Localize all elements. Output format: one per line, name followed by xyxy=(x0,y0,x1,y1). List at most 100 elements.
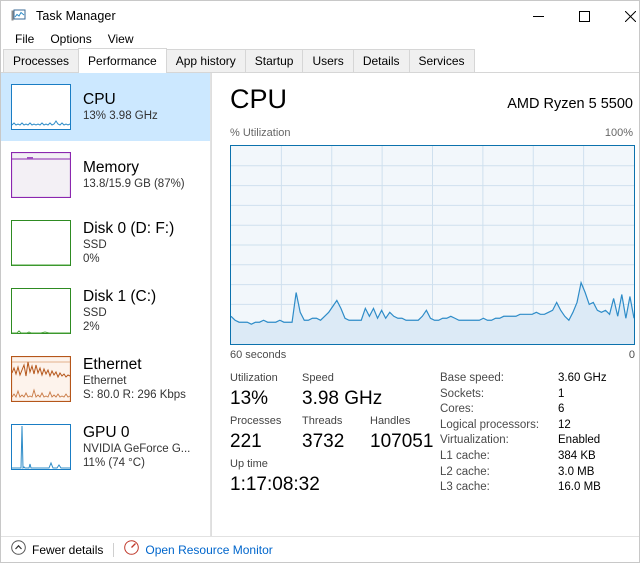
spec-logical-processors-key: Logical processors: xyxy=(440,418,558,434)
sidebar-item-disk0[interactable]: Disk 0 (D: F:) SSD 0% xyxy=(1,209,210,277)
threads-value: 3732 xyxy=(302,429,370,455)
tab-details[interactable]: Details xyxy=(353,49,410,72)
sidebar-item-disk0-name: Disk 0 (D: F:) xyxy=(83,220,174,238)
graph-time-start: 60 seconds xyxy=(230,349,286,361)
sidebar-item-disk0-sub2: 0% xyxy=(83,252,174,266)
disk1-thumb-icon xyxy=(11,288,71,334)
sidebar-item-gpu0-name: GPU 0 xyxy=(83,424,190,442)
stats-row3-values: 1:17:08:32 xyxy=(230,472,440,498)
memory-thumb-icon xyxy=(11,152,71,198)
speed-label: Speed xyxy=(302,371,370,386)
tab-startup[interactable]: Startup xyxy=(245,49,304,72)
spec-virtualization-key: Virtualization: xyxy=(440,433,558,449)
cpu-model-label: AMD Ryzen 5 5500 xyxy=(507,96,633,112)
tab-services[interactable]: Services xyxy=(409,49,475,72)
spec-sockets: Sockets: 1 xyxy=(440,387,635,403)
processes-label: Processes xyxy=(230,414,302,429)
spec-cores: Cores: 6 xyxy=(440,402,635,418)
sidebar-item-gpu0-text: GPU 0 NVIDIA GeForce G... 11% (74 °C) xyxy=(83,424,190,470)
window-title: Task Manager xyxy=(36,9,116,23)
tab-app-history[interactable]: App history xyxy=(166,49,246,72)
graph-y-label: % Utilization xyxy=(230,127,291,139)
sidebar-item-ethernet-text: Ethernet Ethernet S: 80.0 R: 296 Kbps xyxy=(83,356,186,402)
sidebar-item-memory-sub1: 13.8/15.9 GB (87%) xyxy=(83,177,185,191)
menu-item-view[interactable]: View xyxy=(100,30,142,49)
graph-y-max: 100% xyxy=(605,127,633,139)
sidebar-item-gpu0[interactable]: GPU 0 NVIDIA GeForce G... 11% (74 °C) xyxy=(1,413,210,481)
graph-time-end: 0 xyxy=(629,349,635,361)
tab-processes[interactable]: Processes xyxy=(3,49,79,72)
stats-row3-labels: Up time xyxy=(230,457,440,472)
title-bar: Task Manager xyxy=(1,1,639,31)
status-bar: Fewer details Open Resource Monitor xyxy=(1,536,639,562)
sidebar-item-memory-name: Memory xyxy=(83,159,185,177)
sidebar-item-ethernet-name: Ethernet xyxy=(83,356,186,374)
fewer-details-button[interactable]: Fewer details xyxy=(11,540,103,560)
sidebar-item-cpu-sub1: 13% 3.98 GHz xyxy=(83,109,158,123)
sidebar-item-ethernet-sub2: S: 80.0 R: 296 Kbps xyxy=(83,388,186,402)
chevron-up-icon xyxy=(11,540,26,560)
handles-value: 107051 xyxy=(370,429,433,455)
cpu-stats-left: Utilization Speed 13% 3.98 GHz Processes… xyxy=(230,371,440,500)
sidebar-item-gpu0-sub1: NVIDIA GeForce G... xyxy=(83,442,190,456)
disk0-thumb-icon xyxy=(11,220,71,266)
speed-value: 3.98 GHz xyxy=(302,386,382,412)
cpu-thumb-icon xyxy=(11,84,71,130)
spec-l2-cache-value: 3.0 MB xyxy=(558,465,594,481)
sidebar-item-disk1-name: Disk 1 (C:) xyxy=(83,288,156,306)
tab-users[interactable]: Users xyxy=(302,49,353,72)
ethernet-thumb-icon xyxy=(11,356,71,402)
spec-virtualization: Virtualization: Enabled xyxy=(440,433,635,449)
sidebar-item-disk1-sub2: 2% xyxy=(83,320,156,334)
open-resource-monitor-label: Open Resource Monitor xyxy=(145,543,272,557)
sidebar-item-memory[interactable]: Memory 13.8/15.9 GB (87%) xyxy=(1,141,210,209)
open-resource-monitor-link[interactable]: Open Resource Monitor xyxy=(124,540,272,560)
close-button[interactable] xyxy=(607,1,640,31)
spec-base-speed: Base speed: 3.60 GHz xyxy=(440,371,635,387)
content-area: CPU 13% 3.98 GHz Memory 13.8/15.9 GB (87… xyxy=(1,73,639,562)
menu-bar: File Options View xyxy=(1,29,639,49)
sidebar-item-disk1-sub1: SSD xyxy=(83,306,156,320)
spec-sockets-key: Sockets: xyxy=(440,387,558,403)
uptime-value: 1:17:08:32 xyxy=(230,472,320,498)
task-manager-icon xyxy=(10,7,28,25)
spec-cores-value: 6 xyxy=(558,402,564,418)
cpu-detail-panel: CPU AMD Ryzen 5 5500 % Utilization 100% xyxy=(212,73,639,562)
page-title: CPU xyxy=(230,83,287,115)
stats-row1-labels: Utilization Speed xyxy=(230,371,440,386)
stats-row2-labels: Processes Threads Handles xyxy=(230,414,440,429)
spec-l1-cache-value: 384 KB xyxy=(558,449,596,465)
panel-header: CPU AMD Ryzen 5 5500 xyxy=(230,83,633,115)
resource-sidebar: CPU 13% 3.98 GHz Memory 13.8/15.9 GB (87… xyxy=(1,73,211,562)
spec-logical-processors-value: 12 xyxy=(558,418,571,434)
spec-l1-cache-key: L1 cache: xyxy=(440,449,558,465)
minimize-button[interactable] xyxy=(515,1,561,31)
spec-l1-cache: L1 cache: 384 KB xyxy=(440,449,635,465)
sidebar-item-gpu0-sub2: 11% (74 °C) xyxy=(83,456,190,470)
sidebar-item-disk0-sub1: SSD xyxy=(83,238,174,252)
stats-row2-values: 221 3732 107051 xyxy=(230,429,440,455)
utilization-value: 13% xyxy=(230,386,302,412)
utilization-label: Utilization xyxy=(230,371,302,386)
graph-axis-labels: % Utilization 100% xyxy=(230,127,633,139)
fewer-details-label: Fewer details xyxy=(32,543,103,557)
spec-l3-cache-value: 16.0 MB xyxy=(558,480,601,496)
menu-item-file[interactable]: File xyxy=(7,30,42,49)
maximize-button[interactable] xyxy=(561,1,607,31)
sidebar-item-ethernet-sub1: Ethernet xyxy=(83,374,186,388)
spec-l3-cache: L3 cache: 16.0 MB xyxy=(440,480,635,496)
spec-l3-cache-key: L3 cache: xyxy=(440,480,558,496)
sidebar-item-cpu[interactable]: CPU 13% 3.98 GHz xyxy=(1,73,210,141)
spec-sockets-value: 1 xyxy=(558,387,564,403)
tab-strip: Processes Performance App history Startu… xyxy=(1,49,639,73)
sidebar-item-cpu-text: CPU 13% 3.98 GHz xyxy=(83,91,158,123)
sidebar-item-memory-text: Memory 13.8/15.9 GB (87%) xyxy=(83,159,185,191)
spec-cores-key: Cores: xyxy=(440,402,558,418)
cpu-utilization-graph xyxy=(230,145,635,345)
tab-performance[interactable]: Performance xyxy=(78,48,167,73)
menu-item-options[interactable]: Options xyxy=(42,30,99,49)
processes-value: 221 xyxy=(230,429,302,455)
sidebar-item-ethernet[interactable]: Ethernet Ethernet S: 80.0 R: 296 Kbps xyxy=(1,345,210,413)
sidebar-item-cpu-name: CPU xyxy=(83,91,158,109)
sidebar-item-disk1[interactable]: Disk 1 (C:) SSD 2% xyxy=(1,277,210,345)
